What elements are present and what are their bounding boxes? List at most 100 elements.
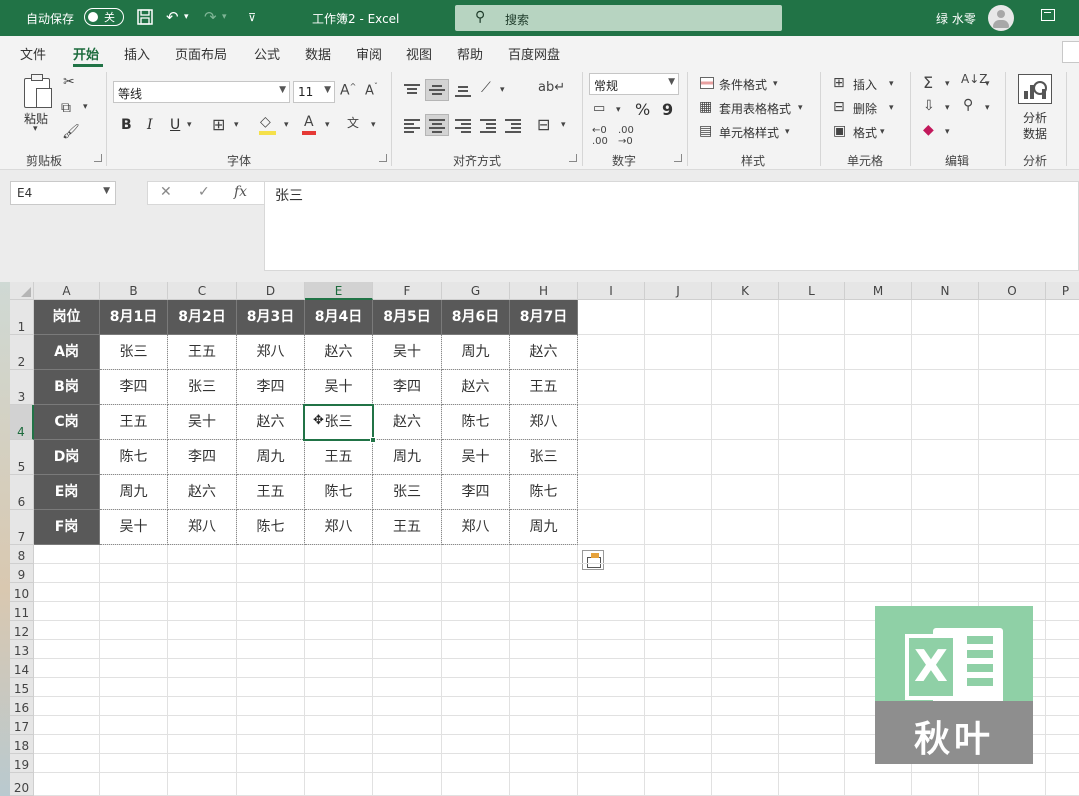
name-box[interactable]: E4 ▼: [10, 181, 116, 205]
paste-dropdown-icon[interactable]: ▾: [33, 124, 38, 134]
cell-h2[interactable]: 赵六: [510, 335, 578, 370]
row-header-1[interactable]: 1: [10, 300, 34, 335]
number-launcher-icon[interactable]: [674, 154, 682, 162]
merge-dropdown-icon[interactable]: ▾: [561, 120, 566, 130]
increase-decimal-icon[interactable]: ←0.00: [592, 125, 608, 147]
fill-color-icon[interactable]: ◇: [260, 114, 271, 130]
column-header-e[interactable]: E: [305, 282, 373, 300]
accounting-format-icon[interactable]: ▭: [593, 101, 605, 116]
cell-a3[interactable]: B岗: [34, 370, 100, 405]
row-header-20[interactable]: 20: [10, 773, 34, 796]
cancel-icon[interactable]: ✕: [160, 184, 172, 200]
cell-c6[interactable]: 赵六: [168, 475, 237, 510]
cell-b3[interactable]: 李四: [100, 370, 168, 405]
format-dropdown-icon[interactable]: ▾: [880, 127, 885, 137]
accounting-dropdown-icon[interactable]: ▾: [616, 105, 621, 115]
bold-button[interactable]: B: [121, 117, 132, 133]
cell-b2[interactable]: 张三: [100, 335, 168, 370]
cell-e2[interactable]: 赵六: [305, 335, 373, 370]
borders-icon[interactable]: ⊞: [212, 115, 225, 134]
formula-input[interactable]: 张三: [264, 181, 1079, 271]
format-cells-button[interactable]: 格式: [853, 124, 877, 141]
cut-icon[interactable]: ✂: [63, 74, 75, 90]
cell-f4[interactable]: 赵六: [373, 405, 442, 440]
column-header-a[interactable]: A: [34, 282, 100, 300]
tab-insert[interactable]: 插入: [124, 44, 150, 63]
copy-dropdown-icon[interactable]: ▾: [83, 102, 88, 112]
tab-view[interactable]: 视图: [406, 44, 432, 63]
undo-icon[interactable]: ↶: [166, 8, 179, 26]
cell-f6[interactable]: 张三: [373, 475, 442, 510]
column-header-f[interactable]: F: [373, 282, 442, 300]
tab-data[interactable]: 数据: [305, 44, 331, 63]
fill-dropdown-icon[interactable]: ▾: [945, 103, 950, 113]
cell-c7[interactable]: 郑八: [168, 510, 237, 545]
cell-d2[interactable]: 郑八: [237, 335, 305, 370]
row-header-9[interactable]: 9: [10, 564, 34, 583]
row-header-8[interactable]: 8: [10, 545, 34, 564]
cell-h4[interactable]: 郑八: [510, 405, 578, 440]
save-icon[interactable]: [136, 8, 154, 30]
column-header-m[interactable]: M: [845, 282, 912, 300]
share-panel-edge[interactable]: [1062, 41, 1079, 63]
cell-d6[interactable]: 王五: [237, 475, 305, 510]
cell-d5[interactable]: 周九: [237, 440, 305, 475]
row-header-13[interactable]: 13: [10, 640, 34, 659]
select-all-button[interactable]: [10, 282, 34, 300]
cell-g6[interactable]: 李四: [442, 475, 510, 510]
borders-dropdown-icon[interactable]: ▾: [234, 120, 239, 130]
cell-f3[interactable]: 李四: [373, 370, 442, 405]
cell-e1[interactable]: 8月4日: [305, 300, 373, 335]
decrease-font-size-icon[interactable]: Aˇ: [365, 82, 378, 98]
cell-b6[interactable]: 周九: [100, 475, 168, 510]
column-header-h[interactable]: H: [510, 282, 578, 300]
sort-filter-dropdown-icon[interactable]: ▾: [985, 79, 990, 89]
column-header-l[interactable]: L: [779, 282, 845, 300]
align-top-icon[interactable]: [404, 83, 420, 97]
font-name-select[interactable]: 等线 ▼: [113, 81, 290, 103]
column-header-b[interactable]: B: [100, 282, 168, 300]
column-header-j[interactable]: J: [645, 282, 712, 300]
user-name[interactable]: 绿 水零: [936, 10, 976, 27]
cell-h6[interactable]: 陈七: [510, 475, 578, 510]
fill-color-dropdown-icon[interactable]: ▾: [284, 120, 289, 130]
find-dropdown-icon[interactable]: ▾: [985, 103, 990, 113]
row-header-5[interactable]: 5: [10, 440, 34, 475]
column-header-p[interactable]: P: [1046, 282, 1079, 300]
row-header-2[interactable]: 2: [10, 335, 34, 370]
cell-styles-button[interactable]: 单元格样式: [719, 124, 779, 141]
row-header-7[interactable]: 7: [10, 510, 34, 545]
row-header-17[interactable]: 17: [10, 716, 34, 735]
column-header-d[interactable]: D: [237, 282, 305, 300]
align-left-icon[interactable]: [404, 118, 420, 133]
cell-a7[interactable]: F岗: [34, 510, 100, 545]
phonetic-dropdown-icon[interactable]: ▾: [371, 120, 376, 130]
cell-e7[interactable]: 郑八: [305, 510, 373, 545]
tab-home[interactable]: 开始: [73, 44, 99, 63]
cell-c4[interactable]: 吴十: [168, 405, 237, 440]
cell-d3[interactable]: 李四: [237, 370, 305, 405]
tab-file[interactable]: 文件: [20, 44, 46, 63]
tab-formulas[interactable]: 公式: [254, 44, 280, 63]
insert-function-icon[interactable]: fx: [234, 184, 247, 200]
cell-f5[interactable]: 周九: [373, 440, 442, 475]
autosave-toggle[interactable]: 关: [84, 8, 124, 26]
avatar[interactable]: [988, 5, 1014, 31]
wrap-text-icon[interactable]: ab↵: [538, 80, 565, 95]
row-header-3[interactable]: 3: [10, 370, 34, 405]
cell-f2[interactable]: 吴十: [373, 335, 442, 370]
cell-g5[interactable]: 吴十: [442, 440, 510, 475]
conditional-formatting-button[interactable]: 条件格式: [719, 76, 767, 93]
decrease-indent-icon[interactable]: [480, 118, 496, 133]
customize-toolbar-icon[interactable]: ⊽: [248, 11, 256, 24]
orientation-dropdown-icon[interactable]: ▾: [500, 85, 505, 95]
cell-h1[interactable]: 8月7日: [510, 300, 578, 335]
increase-font-size-icon[interactable]: A^: [340, 82, 356, 99]
cell-c3[interactable]: 张三: [168, 370, 237, 405]
row-header-11[interactable]: 11: [10, 602, 34, 621]
align-bottom-icon[interactable]: [455, 83, 471, 97]
row-header-15[interactable]: 15: [10, 678, 34, 697]
insert-dropdown-icon[interactable]: ▾: [889, 79, 894, 89]
tab-review[interactable]: 审阅: [356, 44, 382, 63]
ribbon-display-options-icon[interactable]: [1041, 9, 1055, 21]
